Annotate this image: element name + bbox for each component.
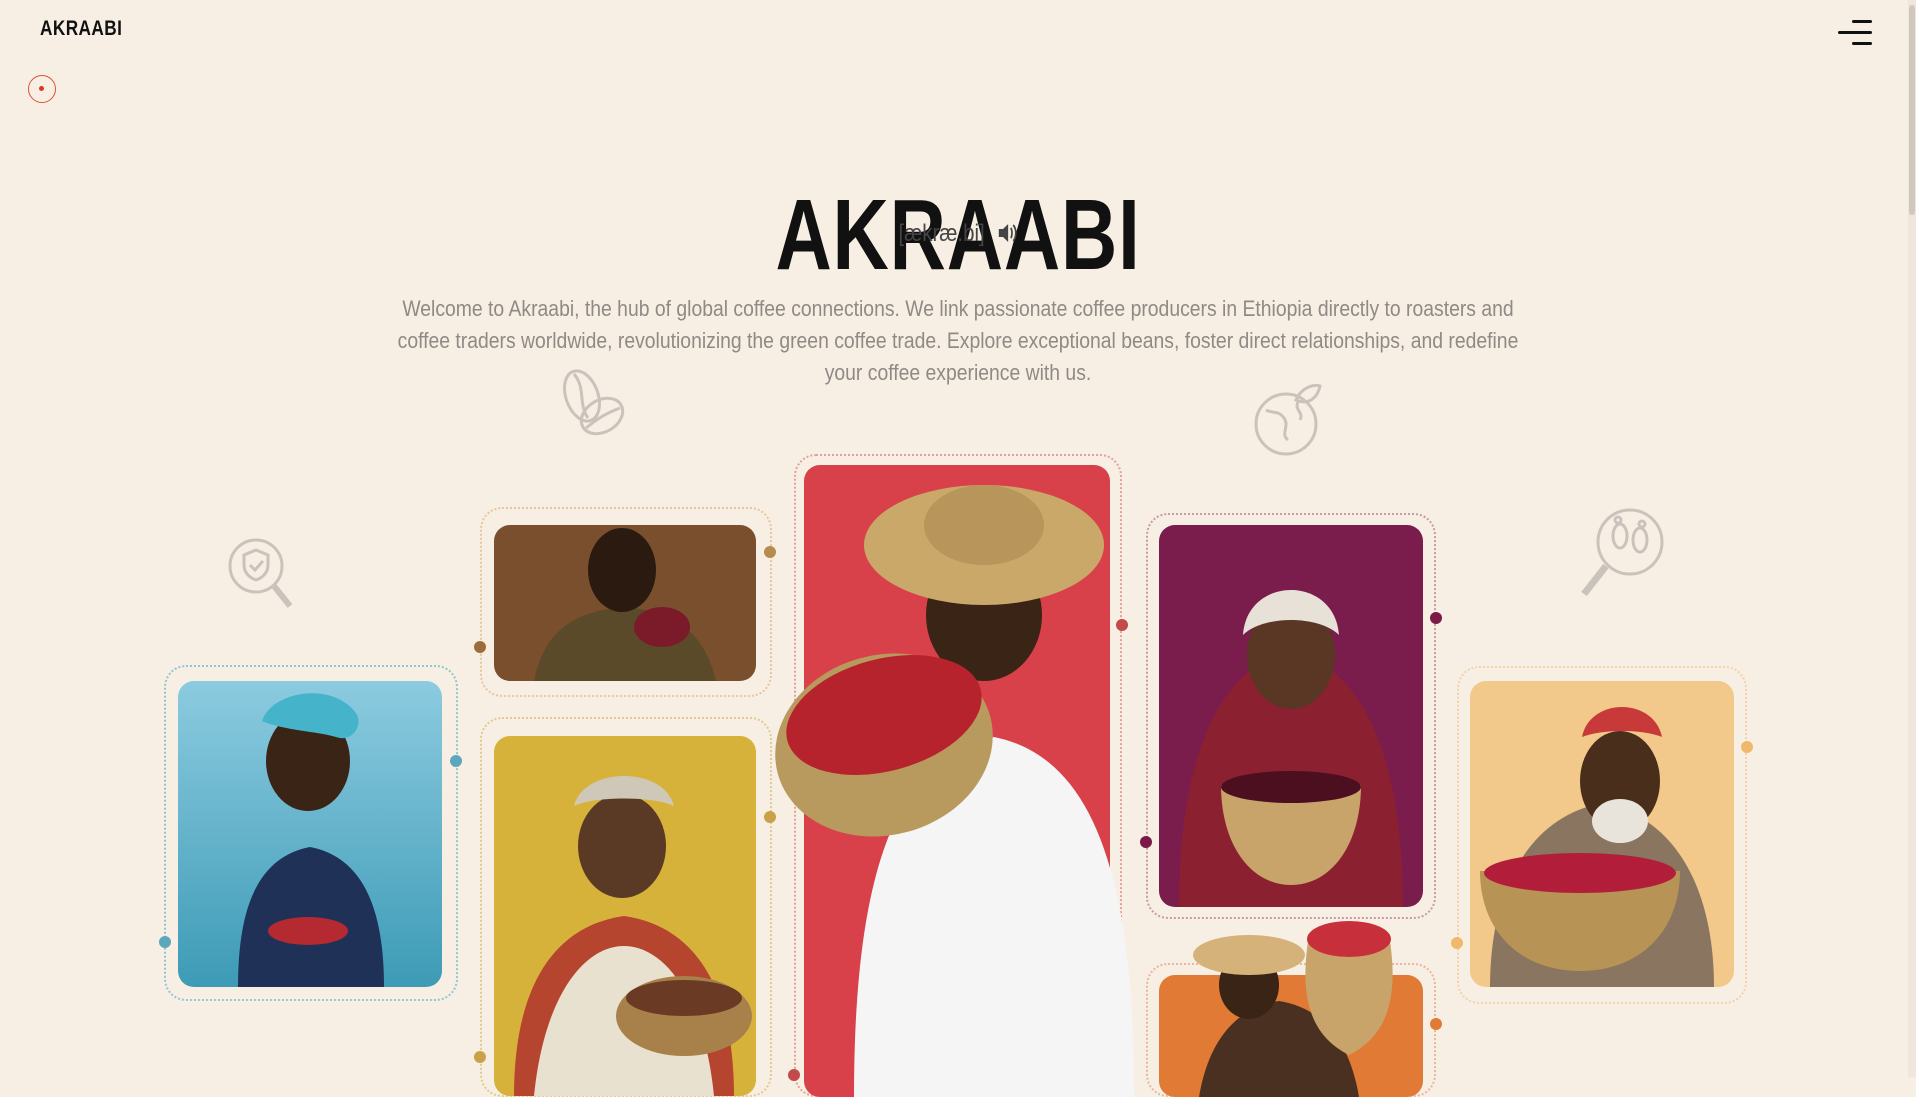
- farmer-elder-woman-photo: [514, 776, 752, 1096]
- page-scrollbar[interactable]: [1908, 0, 1916, 1077]
- farmer-woman-photo: [238, 693, 384, 987]
- speaker-icon[interactable]: [997, 222, 1017, 251]
- farmer-girl-photo: [1193, 921, 1393, 1097]
- pin-maroon-a: [1430, 612, 1442, 624]
- farmer-woman-basket-photo: [1179, 590, 1403, 907]
- farmer-orange-card: [1159, 921, 1423, 1097]
- farmer-maroon-card: [1159, 525, 1423, 907]
- scrollbar-thumb[interactable]: [1909, 5, 1915, 215]
- pin-peach-a: [1741, 741, 1753, 753]
- pin-orange-a: [1430, 1018, 1442, 1030]
- farmer-gold-card: [494, 736, 756, 1096]
- footprint-search-icon: [1581, 508, 1664, 597]
- hamburger-icon[interactable]: [1838, 20, 1872, 48]
- hero-description: Welcome to Akraabi, the hub of global co…: [397, 296, 1519, 385]
- shield-search-icon: [228, 538, 293, 608]
- brand-logo[interactable]: AKRAABI: [40, 17, 122, 41]
- farmer-boy-photo: [775, 485, 1134, 1097]
- pin-red-b: [788, 1069, 800, 1081]
- farmer-brown-card: [494, 525, 756, 681]
- pin-teal-b: [159, 936, 171, 948]
- cursor-indicator: [28, 75, 56, 103]
- pin-brown-b: [474, 641, 486, 653]
- pin-teal-a: [450, 755, 462, 767]
- farmer-teal-card: [178, 681, 442, 987]
- globe-leaf-icon: [1254, 383, 1322, 456]
- farmer-peach-card: [1470, 681, 1734, 987]
- farmer-red-card: [775, 465, 1134, 1097]
- phonetic-line: [ækræ.bi]: [144, 220, 1773, 251]
- farmer-elder-man-photo: [1480, 707, 1714, 987]
- farmer-man-photo: [534, 528, 716, 681]
- pin-maroon-b: [1140, 836, 1152, 848]
- pin-peach-b: [1451, 937, 1463, 949]
- pin-red-a: [1116, 619, 1128, 631]
- pin-gold-b: [474, 1051, 486, 1063]
- coffee-beans-icon: [563, 369, 625, 436]
- phonetic-text: [ækræ.bi]: [898, 220, 985, 247]
